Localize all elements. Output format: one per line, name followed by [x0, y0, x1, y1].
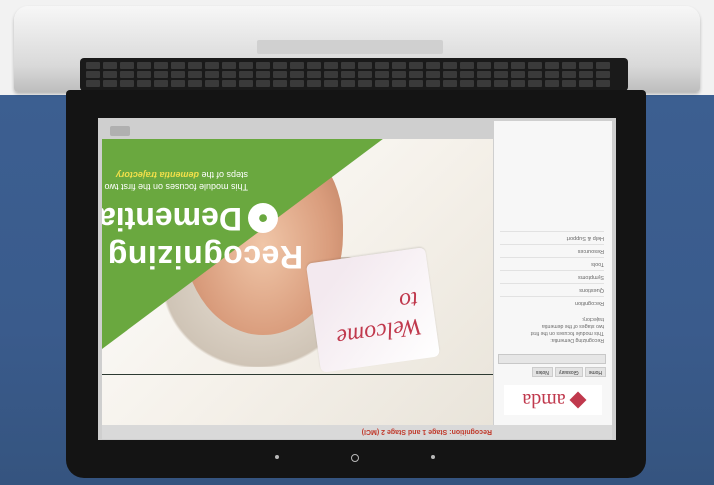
welcome-text: Welcome to [334, 285, 424, 351]
slide-title-line2: ● Dementia [102, 200, 278, 237]
course-title: Recognition: Stage 1 and Stage 2 (MCI) [361, 428, 492, 436]
brand-name: amda [522, 389, 566, 412]
laptop-bottom-indicators [275, 454, 435, 465]
sidebar-search-field[interactable] [498, 354, 606, 364]
sidebar-menu: Recognizing Dementia: This module focuse… [500, 231, 604, 347]
course-screen: Recognition: Stage 1 and Stage 2 (MCI) a… [102, 121, 612, 439]
brain-icon: ● [248, 203, 278, 234]
slide-divider-line [102, 374, 493, 375]
slide-content: Welcome to Recognizing ● Dementia This m… [102, 121, 493, 425]
indicator-dot [275, 455, 279, 459]
keyboard-row [86, 71, 610, 78]
description-line: trajectory. [581, 316, 604, 322]
slide-title-word: Dementia [102, 201, 242, 237]
slide-title-line1: Recognizing [107, 239, 303, 275]
tab-glossary[interactable]: Glossary [554, 367, 583, 377]
description-line: two stages of the dementia [542, 323, 604, 329]
sidebar-item-questions[interactable]: Questions [500, 283, 604, 296]
indicator-ring [351, 454, 359, 462]
tab-home[interactable]: Home [584, 367, 606, 377]
laptop-trackpad [257, 40, 443, 54]
subtitle-highlight: dementia trajectory [115, 170, 199, 180]
slide-bottom-bar [102, 121, 493, 139]
keyboard-row [86, 80, 610, 87]
slide-nav-button[interactable] [110, 126, 130, 136]
sidebar-item-recognition[interactable]: Recognition [500, 296, 604, 309]
module-description: Recognizing Dementia: This module focuse… [500, 315, 604, 343]
laptop-keyboard [80, 58, 628, 91]
sidebar-item-tools[interactable]: Tools [500, 257, 604, 270]
description-line: This module focuses on the first [530, 330, 604, 336]
slide-subtitle: This module focuses on the first two ste… [102, 169, 248, 193]
welcome-card: Welcome to [305, 247, 441, 373]
course-title-bar: Recognition: Stage 1 and Stage 2 (MCI) [102, 424, 612, 439]
indicator-dot [431, 455, 435, 459]
subtitle-text-mid: steps of the [201, 170, 248, 180]
sidebar-item-resources[interactable]: Resources [500, 244, 604, 257]
amda-diamond-icon [569, 391, 587, 409]
sidebar-item-symptoms[interactable]: Symptoms [500, 270, 604, 283]
subtitle-text: This module focuses on the first two [104, 182, 248, 192]
sidebar-tabs: Home Glossary Notes [500, 367, 606, 377]
course-sidebar: amda Home Glossary Notes Recognizing Dem… [493, 121, 612, 425]
amda-logo: amda [504, 385, 602, 415]
sidebar-item-help[interactable]: Help & Support [500, 231, 604, 244]
description-line: Recognizing Dementia: [550, 337, 604, 343]
keyboard-row [86, 62, 610, 69]
tab-notes[interactable]: Notes [531, 367, 553, 377]
